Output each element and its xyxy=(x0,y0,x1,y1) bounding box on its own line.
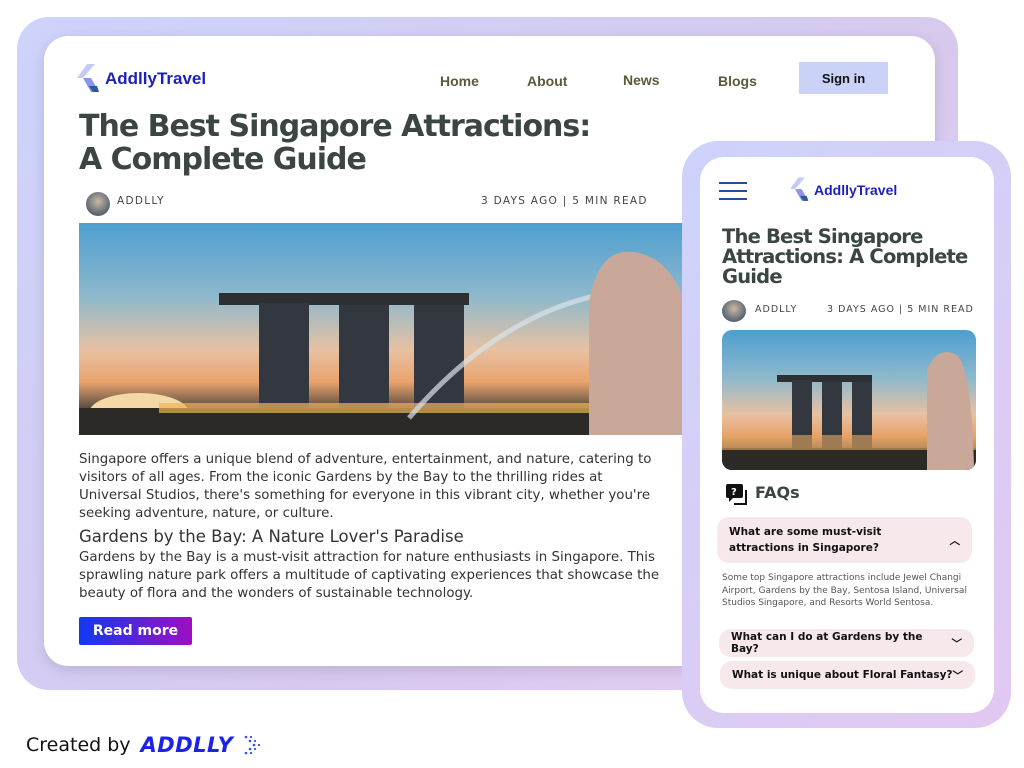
faq-item-expanded[interactable]: What are some must-visit attractions in … xyxy=(717,517,972,563)
logo-icon xyxy=(790,177,809,201)
mobile-page: AddllyTravel The Best Singapore Attracti… xyxy=(700,157,994,713)
chevron-down-icon: ﹀ xyxy=(951,637,963,650)
avatar xyxy=(86,192,110,216)
nav-blogs[interactable]: Blogs xyxy=(718,73,757,89)
nav-home[interactable]: Home xyxy=(440,73,479,89)
post-meta: 3 DAYS AGO | 5 MIN READ xyxy=(481,195,648,207)
mobile-page-title: The Best Singapore Attractions: A Comple… xyxy=(722,225,968,288)
chevron-down-icon: ﹀ xyxy=(952,669,964,682)
logo-icon xyxy=(77,64,99,92)
faq-title: FAQs xyxy=(755,483,800,502)
svg-text:?: ? xyxy=(731,487,737,498)
faq-item[interactable]: What can I do at Gardens by the Bay? ﹀ xyxy=(719,629,974,657)
nav-about[interactable]: About xyxy=(527,73,567,89)
faq-question: What can I do at Gardens by the Bay? xyxy=(731,631,923,655)
addlly-logo[interactable]: ADDLLY xyxy=(141,733,234,757)
avatar xyxy=(722,300,746,322)
nav-news[interactable]: News xyxy=(623,72,660,88)
created-by-label: Created by xyxy=(26,734,131,756)
faq-item[interactable]: What is unique about Floral Fantasy? ﹀ xyxy=(720,661,975,689)
mobile-brand-logo[interactable]: AddllyTravel xyxy=(790,177,897,203)
hamburger-menu-icon[interactable] xyxy=(719,182,747,200)
read-more-button[interactable]: Read more xyxy=(79,617,192,645)
author-name: ADDLLY xyxy=(117,195,165,207)
faq-question-icon: ? xyxy=(726,484,747,505)
mobile-hero-image xyxy=(722,330,976,470)
faq-question: What is unique about Floral Fantasy? xyxy=(732,669,953,681)
post-meta: 3 DAYS AGO | 5 MIN READ xyxy=(827,304,974,315)
addlly-arrow-icon xyxy=(245,735,261,755)
brand-name: AddllyTravel xyxy=(105,69,207,88)
intro-paragraph: Singapore offers a unique blend of adven… xyxy=(79,452,652,521)
faq-answer: Some top Singapore attractions include J… xyxy=(722,573,967,608)
author-name: ADDLLY xyxy=(755,304,798,315)
sign-in-button[interactable]: Sign in xyxy=(799,62,888,94)
faq-question: What are some must-visit attractions in … xyxy=(729,526,882,554)
singapore-skyline-image xyxy=(722,352,976,470)
footer-credit: Created by ADDLLY xyxy=(26,733,263,757)
brand-name: AddllyTravel xyxy=(814,182,898,198)
section-heading: Gardens by the Bay: A Nature Lover's Par… xyxy=(79,527,464,546)
singapore-skyline-image xyxy=(79,251,699,435)
page-title: The Best Singapore Attractions: A Complet… xyxy=(79,109,591,177)
chevron-up-icon: ︿ xyxy=(949,534,961,547)
section-paragraph: Gardens by the Bay is a must-visit attra… xyxy=(79,550,660,601)
brand-logo[interactable]: AddllyTravel xyxy=(77,64,206,94)
hero-image xyxy=(79,223,699,435)
